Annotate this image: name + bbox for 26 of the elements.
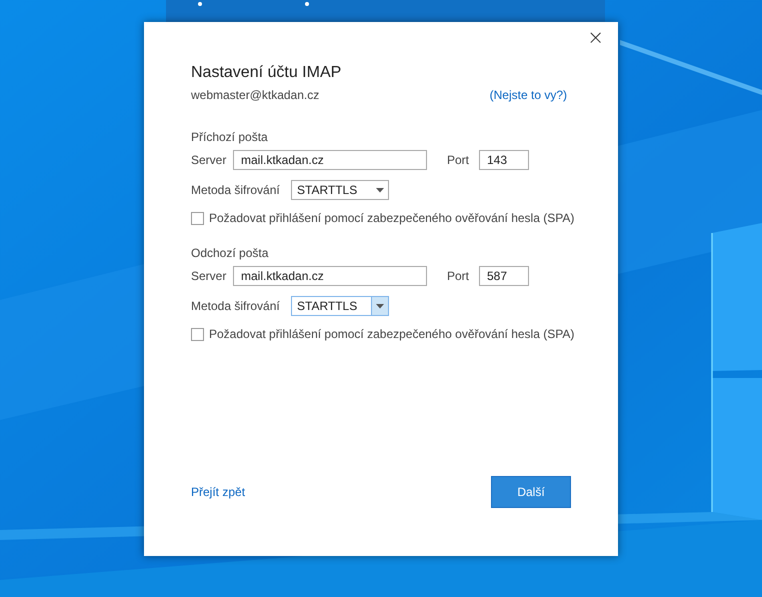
encryption-dropdown[interactable]: STARTTLS	[291, 296, 389, 316]
caret-icon	[376, 188, 384, 192]
back-link[interactable]: Přejít zpět	[191, 485, 246, 499]
checkbox[interactable]	[191, 212, 204, 224]
caret-icon	[376, 304, 384, 308]
encryption-label: Metoda šifrování	[191, 298, 281, 314]
section-heading: Příchozí pošta	[191, 129, 269, 145]
port-label: Port	[447, 268, 470, 284]
encryption-dropdown[interactable]: STARTTLS	[291, 180, 389, 200]
port-label: Port	[447, 152, 470, 168]
spa-checkbox-label: Požadovat přihlášení pomocí zabezpečeného ověřování hesla (SPA)	[209, 326, 574, 342]
not-you-link[interactable]: (Nejste to vy?)	[490, 87, 567, 103]
close-button[interactable]: ×	[585, 28, 606, 46]
server-field[interactable]: mail.ktkadan.cz	[233, 150, 427, 170]
next-button[interactable]: Další	[491, 476, 571, 508]
encryption-label: Metoda šifrování	[191, 182, 281, 198]
spa-checkbox-label: Požadovat přihlášení pomocí zabezpečeného ověřování hesla (SPA)	[209, 210, 574, 226]
account-email: webmaster@ktkadan.cz	[191, 87, 320, 103]
server-label: Server	[191, 152, 228, 168]
port-field[interactable]: 143	[479, 150, 529, 170]
server-label: Server	[191, 268, 228, 284]
server-field[interactable]: mail.ktkadan.cz	[233, 266, 427, 286]
section-heading: Odchozí pošta	[191, 245, 270, 261]
dialog-title: Nastavení účtu IMAP	[191, 63, 342, 83]
port-field[interactable]: 587	[479, 266, 529, 286]
checkbox[interactable]	[191, 328, 204, 340]
